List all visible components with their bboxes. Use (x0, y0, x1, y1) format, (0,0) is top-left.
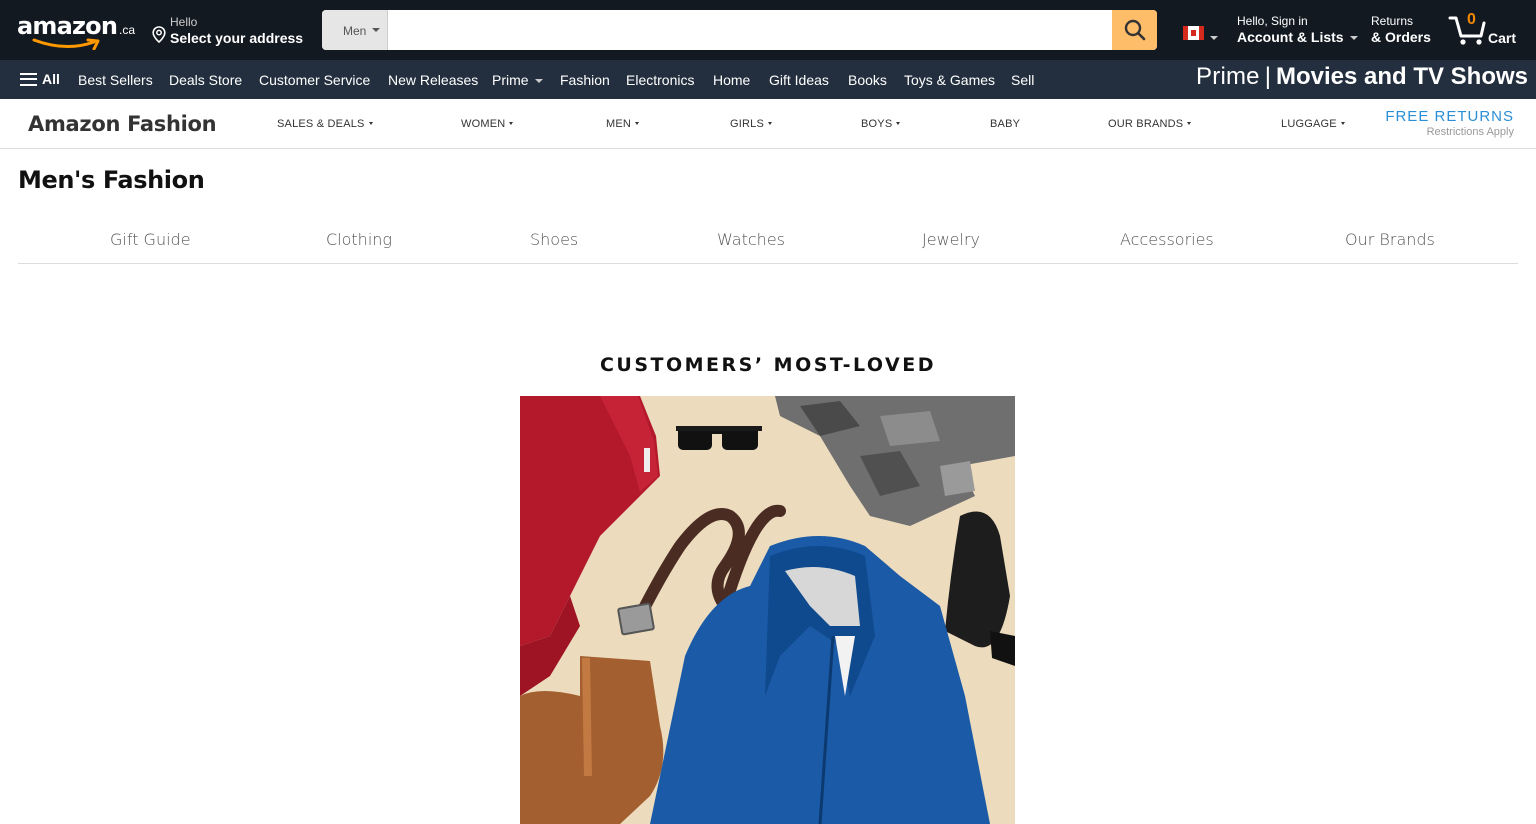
category-tabs: Gift Guide Clothing Shoes Watches Jewelr… (18, 218, 1518, 264)
top-nav: amazon .ca Hello Select your address Men (0, 0, 1536, 60)
nav-item-sell[interactable]: Sell (1011, 72, 1034, 88)
nav-item-gift-ideas[interactable]: Gift Ideas (769, 72, 829, 88)
restrictions-label: Restrictions Apply (1426, 126, 1514, 138)
account-lists-menu[interactable]: Hello, Sign in Account & Lists (1237, 14, 1358, 45)
all-menu-button[interactable]: All (20, 71, 60, 87)
chevron-down-icon (1340, 122, 1345, 125)
orders-label: & Orders (1371, 29, 1431, 45)
fashion-nav-baby[interactable]: BABY (990, 118, 1020, 130)
returns-label: Returns (1371, 14, 1414, 28)
fashion-nav-label: MEN (606, 118, 632, 130)
fashion-store-title[interactable]: Amazon Fashion (28, 112, 217, 136)
category-shoes[interactable]: Shoes (530, 230, 578, 249)
smile-arrow-icon (32, 38, 100, 50)
fashion-nav-label: LUGGAGE (1281, 118, 1337, 130)
hero-illustration (520, 396, 1015, 824)
returns-orders-link[interactable]: Returns & Orders (1371, 14, 1431, 45)
search-department-select[interactable]: Men (322, 10, 388, 50)
language-chevron-icon[interactable] (1210, 36, 1218, 40)
nav-item-prime[interactable]: Prime (492, 72, 543, 88)
account-greeting: Hello, Sign in (1237, 14, 1308, 28)
category-jewelry[interactable]: Jewelry (922, 230, 980, 249)
black-gloves (945, 511, 1010, 648)
category-clothing[interactable]: Clothing (326, 230, 392, 249)
fashion-nav-our-brands[interactable]: OUR BRANDS (1108, 118, 1192, 130)
chevron-down-icon (534, 79, 543, 83)
fashion-nav-girls[interactable]: GIRLS (730, 118, 773, 130)
fashion-nav-sales-deals[interactable]: SALES & DEALS (277, 118, 373, 130)
section-title: CUSTOMERS’ MOST-LOVED (599, 354, 937, 376)
promo-separator: | (1264, 63, 1271, 90)
search-bar: Men (322, 10, 1157, 50)
logo-text: amazon (17, 12, 118, 40)
location-pin-icon (152, 26, 166, 43)
fashion-nav: Amazon Fashion SALES & DEALS WOMEN MEN G… (0, 99, 1536, 149)
fashion-nav-label: BOYS (861, 118, 893, 130)
address-hello: Hello (170, 15, 198, 29)
fashion-nav-label: SALES & DEALS (277, 118, 365, 130)
fashion-nav-boys[interactable]: BOYS (861, 118, 901, 130)
search-department-label: Men (343, 24, 367, 38)
nav-item-prime-label: Prime (492, 72, 529, 88)
fashion-nav-men[interactable]: MEN (606, 118, 640, 130)
search-icon (1124, 19, 1145, 41)
category-watches[interactable]: Watches (717, 230, 785, 249)
most-loved-hero-image[interactable] (520, 396, 1015, 824)
chevron-down-icon (372, 28, 380, 32)
chevron-down-icon (635, 122, 640, 125)
chevron-down-icon (896, 122, 901, 125)
nav-item-customer-service[interactable]: Customer Service (259, 72, 370, 88)
logo-tld: .ca (119, 23, 136, 37)
category-accessories[interactable]: Accessories (1120, 230, 1214, 249)
chevron-down-icon (368, 122, 373, 125)
fashion-nav-women[interactable]: WOMEN (461, 118, 514, 130)
chevron-down-icon (1349, 36, 1358, 40)
free-returns-label: FREE RETURNS (1385, 108, 1514, 125)
amazon-logo[interactable]: amazon .ca (14, 10, 138, 50)
search-input[interactable] (388, 10, 1112, 50)
fashion-nav-label: OUR BRANDS (1108, 118, 1184, 130)
chevron-down-icon (768, 122, 773, 125)
nav-item-best-sellers[interactable]: Best Sellers (78, 72, 153, 88)
category-our-brands[interactable]: Our Brands (1345, 230, 1435, 249)
all-label: All (42, 71, 60, 87)
cart-count: 0 (1467, 11, 1476, 28)
fashion-nav-luggage[interactable]: LUGGAGE (1281, 118, 1345, 130)
secondary-nav: All Best Sellers Deals Store Customer Se… (0, 60, 1536, 99)
free-returns-banner[interactable]: FREE RETURNS Restrictions Apply (1385, 108, 1514, 138)
account-lists-label: Account & Lists (1237, 29, 1344, 45)
nav-item-books[interactable]: Books (848, 72, 887, 88)
category-gift-guide[interactable]: Gift Guide (110, 230, 191, 249)
nav-item-toys-games[interactable]: Toys & Games (904, 72, 995, 88)
page-title: Men's Fashion (18, 166, 205, 194)
address-label: Select your address (170, 30, 304, 46)
nav-item-deals-store[interactable]: Deals Store (169, 72, 242, 88)
sunglasses (676, 426, 762, 450)
fashion-nav-label: GIRLS (730, 118, 765, 130)
chevron-down-icon (509, 122, 514, 125)
nav-item-electronics[interactable]: Electronics (626, 72, 694, 88)
cart-label: Cart (1488, 30, 1517, 46)
canada-flag-icon[interactable] (1183, 26, 1204, 40)
chevron-down-icon (1187, 122, 1192, 125)
promo-text: Movies and TV Shows (1275, 63, 1528, 90)
promo-prime: Prime (1196, 63, 1260, 90)
search-button[interactable] (1112, 10, 1157, 50)
nav-item-fashion[interactable]: Fashion (560, 72, 610, 88)
fashion-nav-label: WOMEN (461, 118, 506, 130)
cart-button[interactable]: 0 Cart (1448, 10, 1524, 50)
nav-item-new-releases[interactable]: New Releases (388, 72, 478, 88)
hamburger-icon (20, 72, 37, 86)
prime-video-promo[interactable]: Prime | Movies and TV Shows (1196, 63, 1528, 91)
nav-item-home[interactable]: Home (713, 72, 750, 88)
